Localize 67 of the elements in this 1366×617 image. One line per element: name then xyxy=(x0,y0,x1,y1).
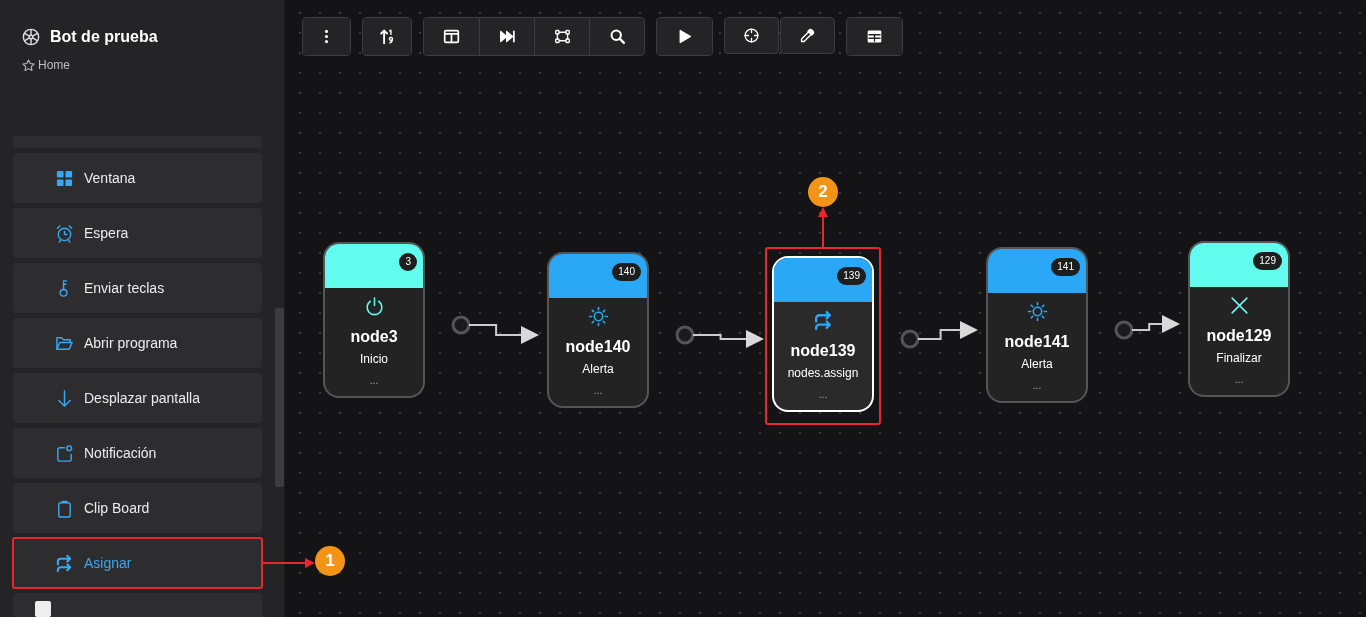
node-subtitle: nodes.assign xyxy=(787,366,859,380)
callout-arrow xyxy=(262,558,315,568)
node-name: node129 xyxy=(1206,327,1272,345)
sidebar-item[interactable]: Ventana xyxy=(13,153,262,203)
node-id-badge: 139 xyxy=(837,267,866,285)
sidebar-item[interactable]: Espera xyxy=(13,208,262,258)
node-id-badge: 129 xyxy=(1253,252,1282,270)
sidebar-item[interactable]: Notificación xyxy=(13,428,262,478)
node-more: ... xyxy=(1234,374,1244,385)
sidebar-item[interactable]: Abrir programa xyxy=(13,318,262,368)
wheel-logo-icon xyxy=(22,28,40,46)
double-arrow-icon xyxy=(812,310,834,331)
node-more: ... xyxy=(369,375,379,386)
x-icon xyxy=(1228,295,1250,316)
node-subtitle: Alerta xyxy=(1021,357,1053,371)
columns-layout-icon xyxy=(443,28,460,45)
eyedropper-button[interactable] xyxy=(780,17,835,54)
home-link[interactable]: Home xyxy=(38,58,70,72)
node-name: node141 xyxy=(1004,333,1070,351)
star-icon xyxy=(22,58,35,72)
eyedropper-icon xyxy=(799,27,816,44)
sun-icon xyxy=(587,306,609,327)
node-name: node139 xyxy=(790,342,856,360)
node-subtitle: Inicio xyxy=(360,352,388,366)
scrollbar-thumb[interactable] xyxy=(275,308,284,487)
double-arrow-icon xyxy=(55,553,74,573)
node-id-badge: 141 xyxy=(1051,258,1080,276)
node-more: ... xyxy=(818,389,828,400)
flow-node[interactable]: 129 node129 Finalizar ... xyxy=(1188,241,1290,397)
crosshair-icon xyxy=(743,27,760,44)
table-button[interactable] xyxy=(847,18,902,55)
square-icon xyxy=(35,601,51,617)
table-icon xyxy=(866,28,883,45)
alarm-clock-icon xyxy=(55,223,74,243)
sidebar-item[interactable]: Asignar xyxy=(13,538,262,588)
node-id-badge: 140 xyxy=(612,263,641,281)
flow-node[interactable]: 3 node3 Inicio ... xyxy=(323,242,425,398)
sort-button[interactable] xyxy=(363,18,411,55)
node-subtitle: Finalizar xyxy=(1216,351,1262,365)
flow-node[interactable]: 139 node139 nodes.assign ... xyxy=(772,256,874,412)
node-more: ... xyxy=(593,385,603,396)
sidebar-item[interactable]: Clip Board xyxy=(13,483,262,533)
power-icon xyxy=(363,296,385,317)
flow-node[interactable]: 141 node141 Alerta ... xyxy=(986,247,1088,403)
clipboard-icon xyxy=(55,498,74,518)
node-more: ... xyxy=(1032,380,1042,391)
connector xyxy=(1114,315,1180,340)
flow-node[interactable]: 140 node140 Alerta ... xyxy=(547,252,649,408)
sun-icon xyxy=(1026,301,1048,322)
node-subtitle: Alerta xyxy=(582,362,614,376)
node-name: node140 xyxy=(565,338,631,356)
notification-icon xyxy=(55,443,74,463)
callout-arrow xyxy=(818,207,828,248)
window-grid-icon xyxy=(55,168,74,188)
sidebar-item[interactable]: Desplazar pantalla xyxy=(13,373,262,423)
search-button[interactable] xyxy=(589,18,644,55)
node-group-icon xyxy=(553,28,571,45)
fast-forward-icon xyxy=(498,28,516,45)
sort-icon xyxy=(378,28,396,45)
node-name: node3 xyxy=(350,328,398,346)
project-title: Bot de prueba xyxy=(50,28,158,46)
node-id-badge: 3 xyxy=(399,253,417,271)
crosshair-button[interactable] xyxy=(724,17,779,54)
search-icon xyxy=(608,28,626,45)
play-button[interactable] xyxy=(657,18,712,55)
sidebar-item[interactable]: Enviar teclas xyxy=(13,263,262,313)
arrow-down-icon xyxy=(55,388,74,408)
